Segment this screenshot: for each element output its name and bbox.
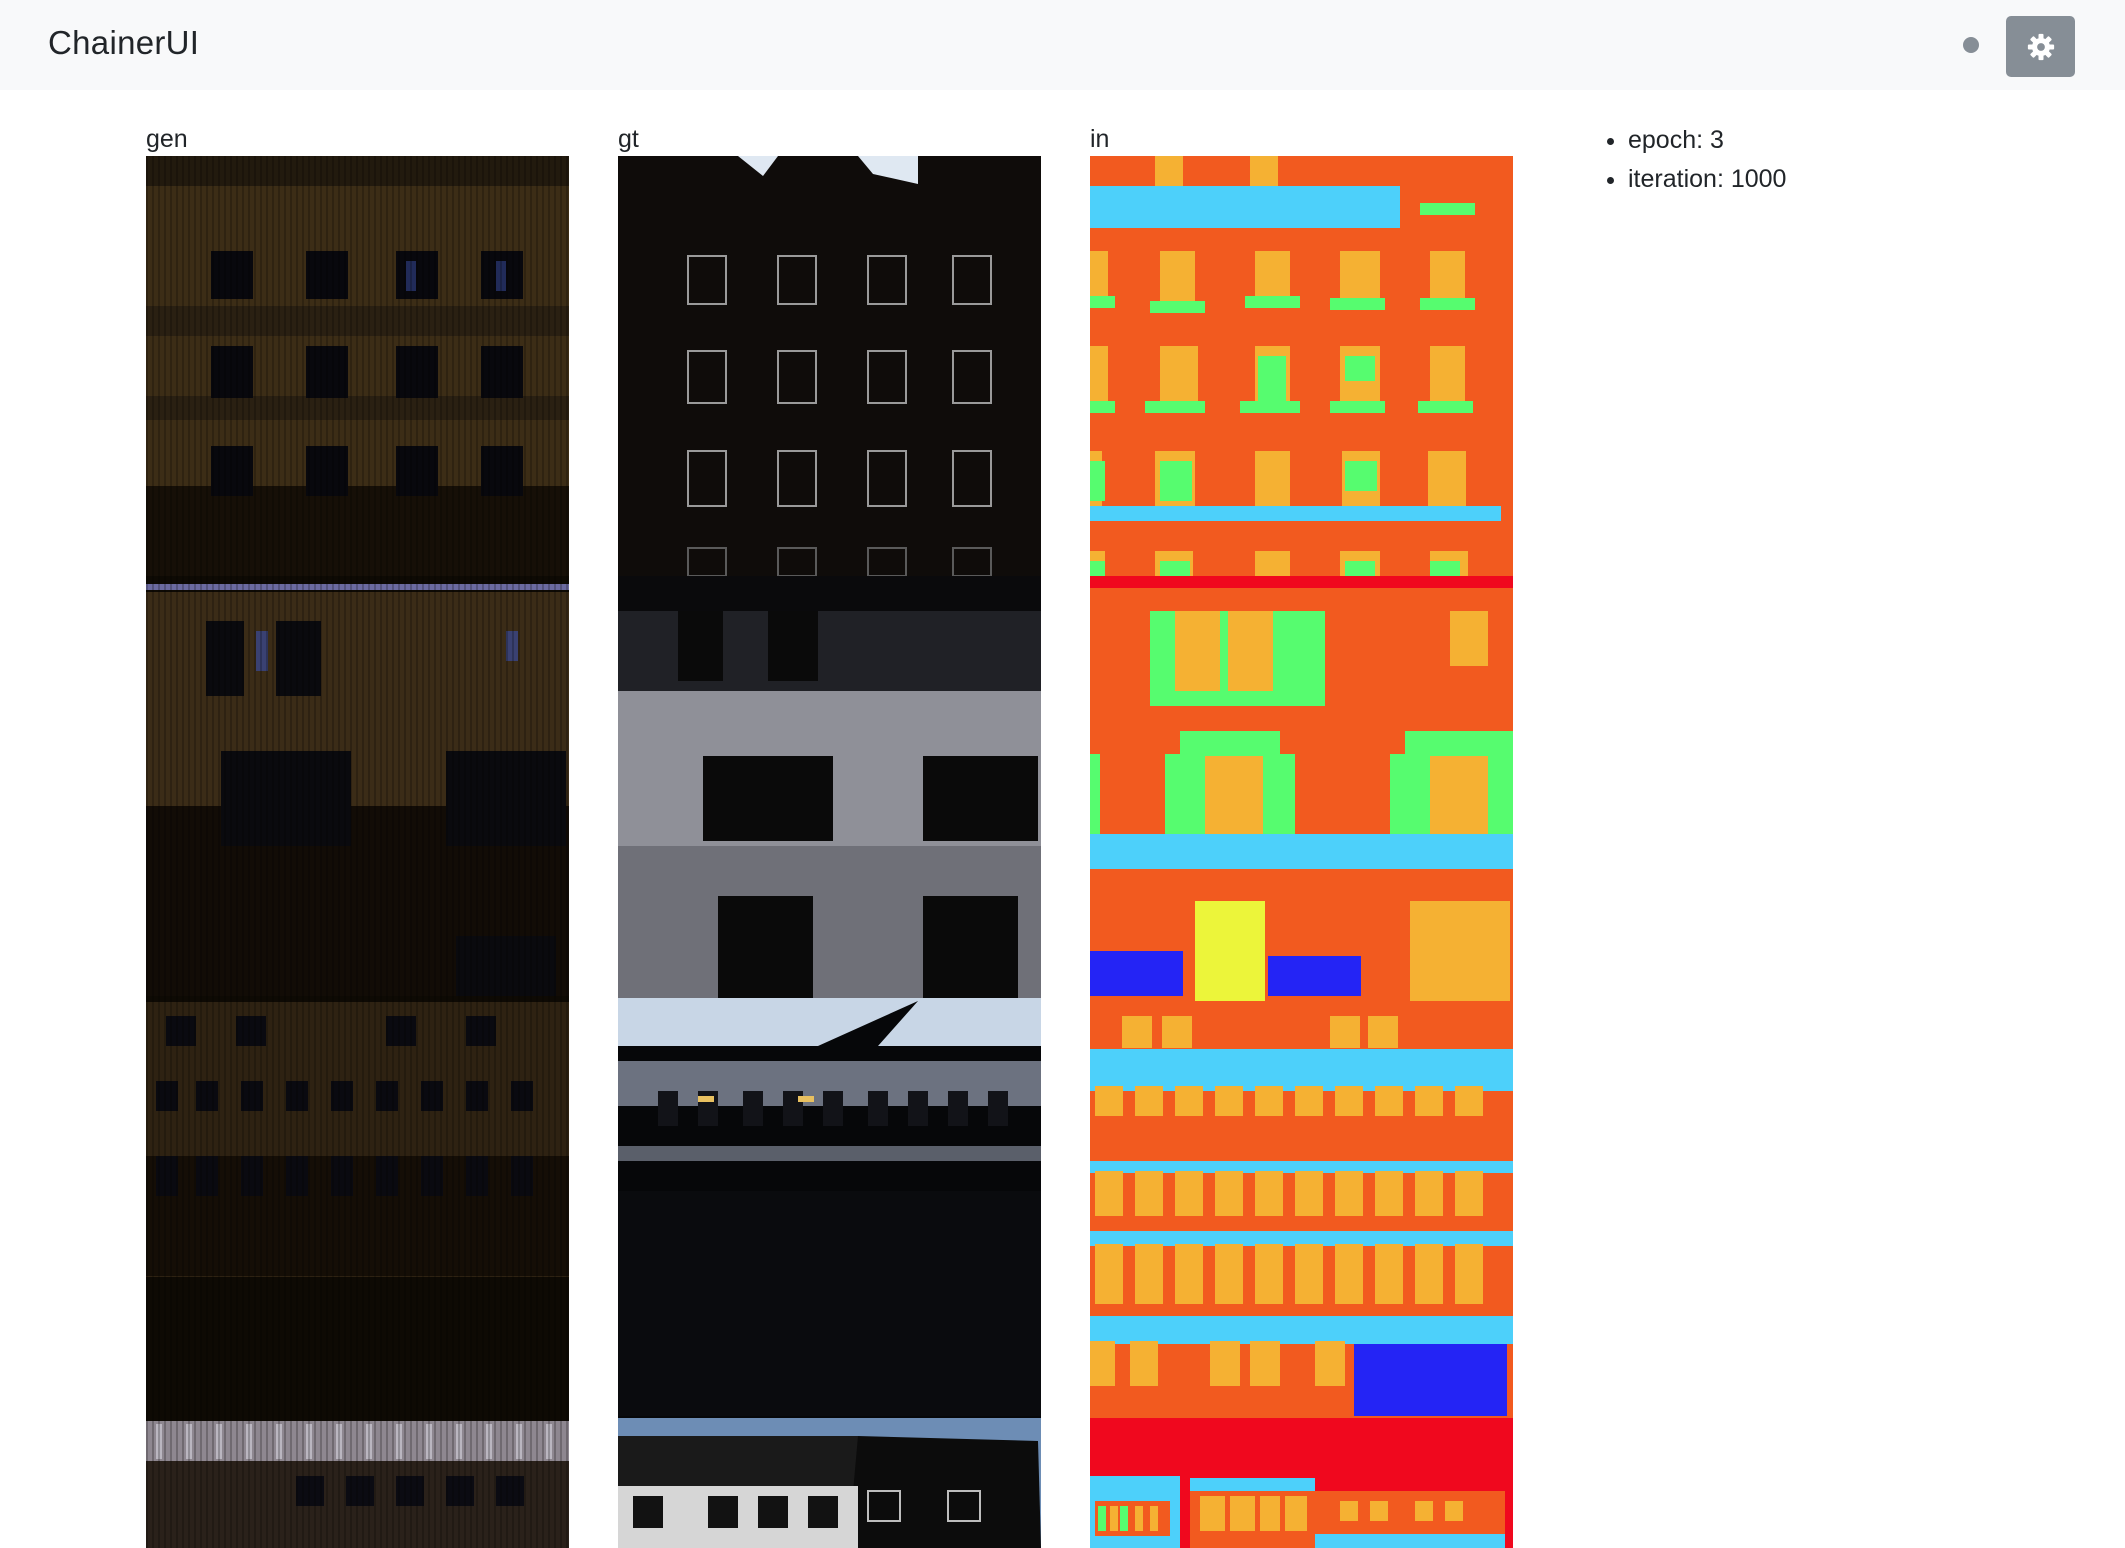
column-label-gt: gt (618, 125, 639, 153)
generated-image[interactable] (146, 156, 569, 1548)
ground-truth-image[interactable] (618, 156, 1041, 1548)
brand-title[interactable]: ChainerUI (48, 24, 199, 62)
column-in: in (1090, 122, 1513, 1548)
status-dot-icon (1963, 37, 1979, 53)
settings-button[interactable] (2006, 16, 2075, 77)
column-gt: gt (618, 122, 1041, 1548)
meta-epoch: epoch: 3 (1628, 121, 1786, 160)
column-label-in: in (1090, 125, 1110, 153)
column-gen: gen (146, 122, 569, 1548)
meta-iteration: iteration: 1000 (1628, 160, 1786, 199)
column-label-gen: gen (146, 125, 188, 153)
gear-icon (2027, 33, 2054, 60)
snapshot-meta-list: epoch: 3 iteration: 1000 (1570, 121, 1786, 199)
input-label-map[interactable] (1090, 156, 1513, 1548)
navbar: ChainerUI (0, 0, 2125, 90)
